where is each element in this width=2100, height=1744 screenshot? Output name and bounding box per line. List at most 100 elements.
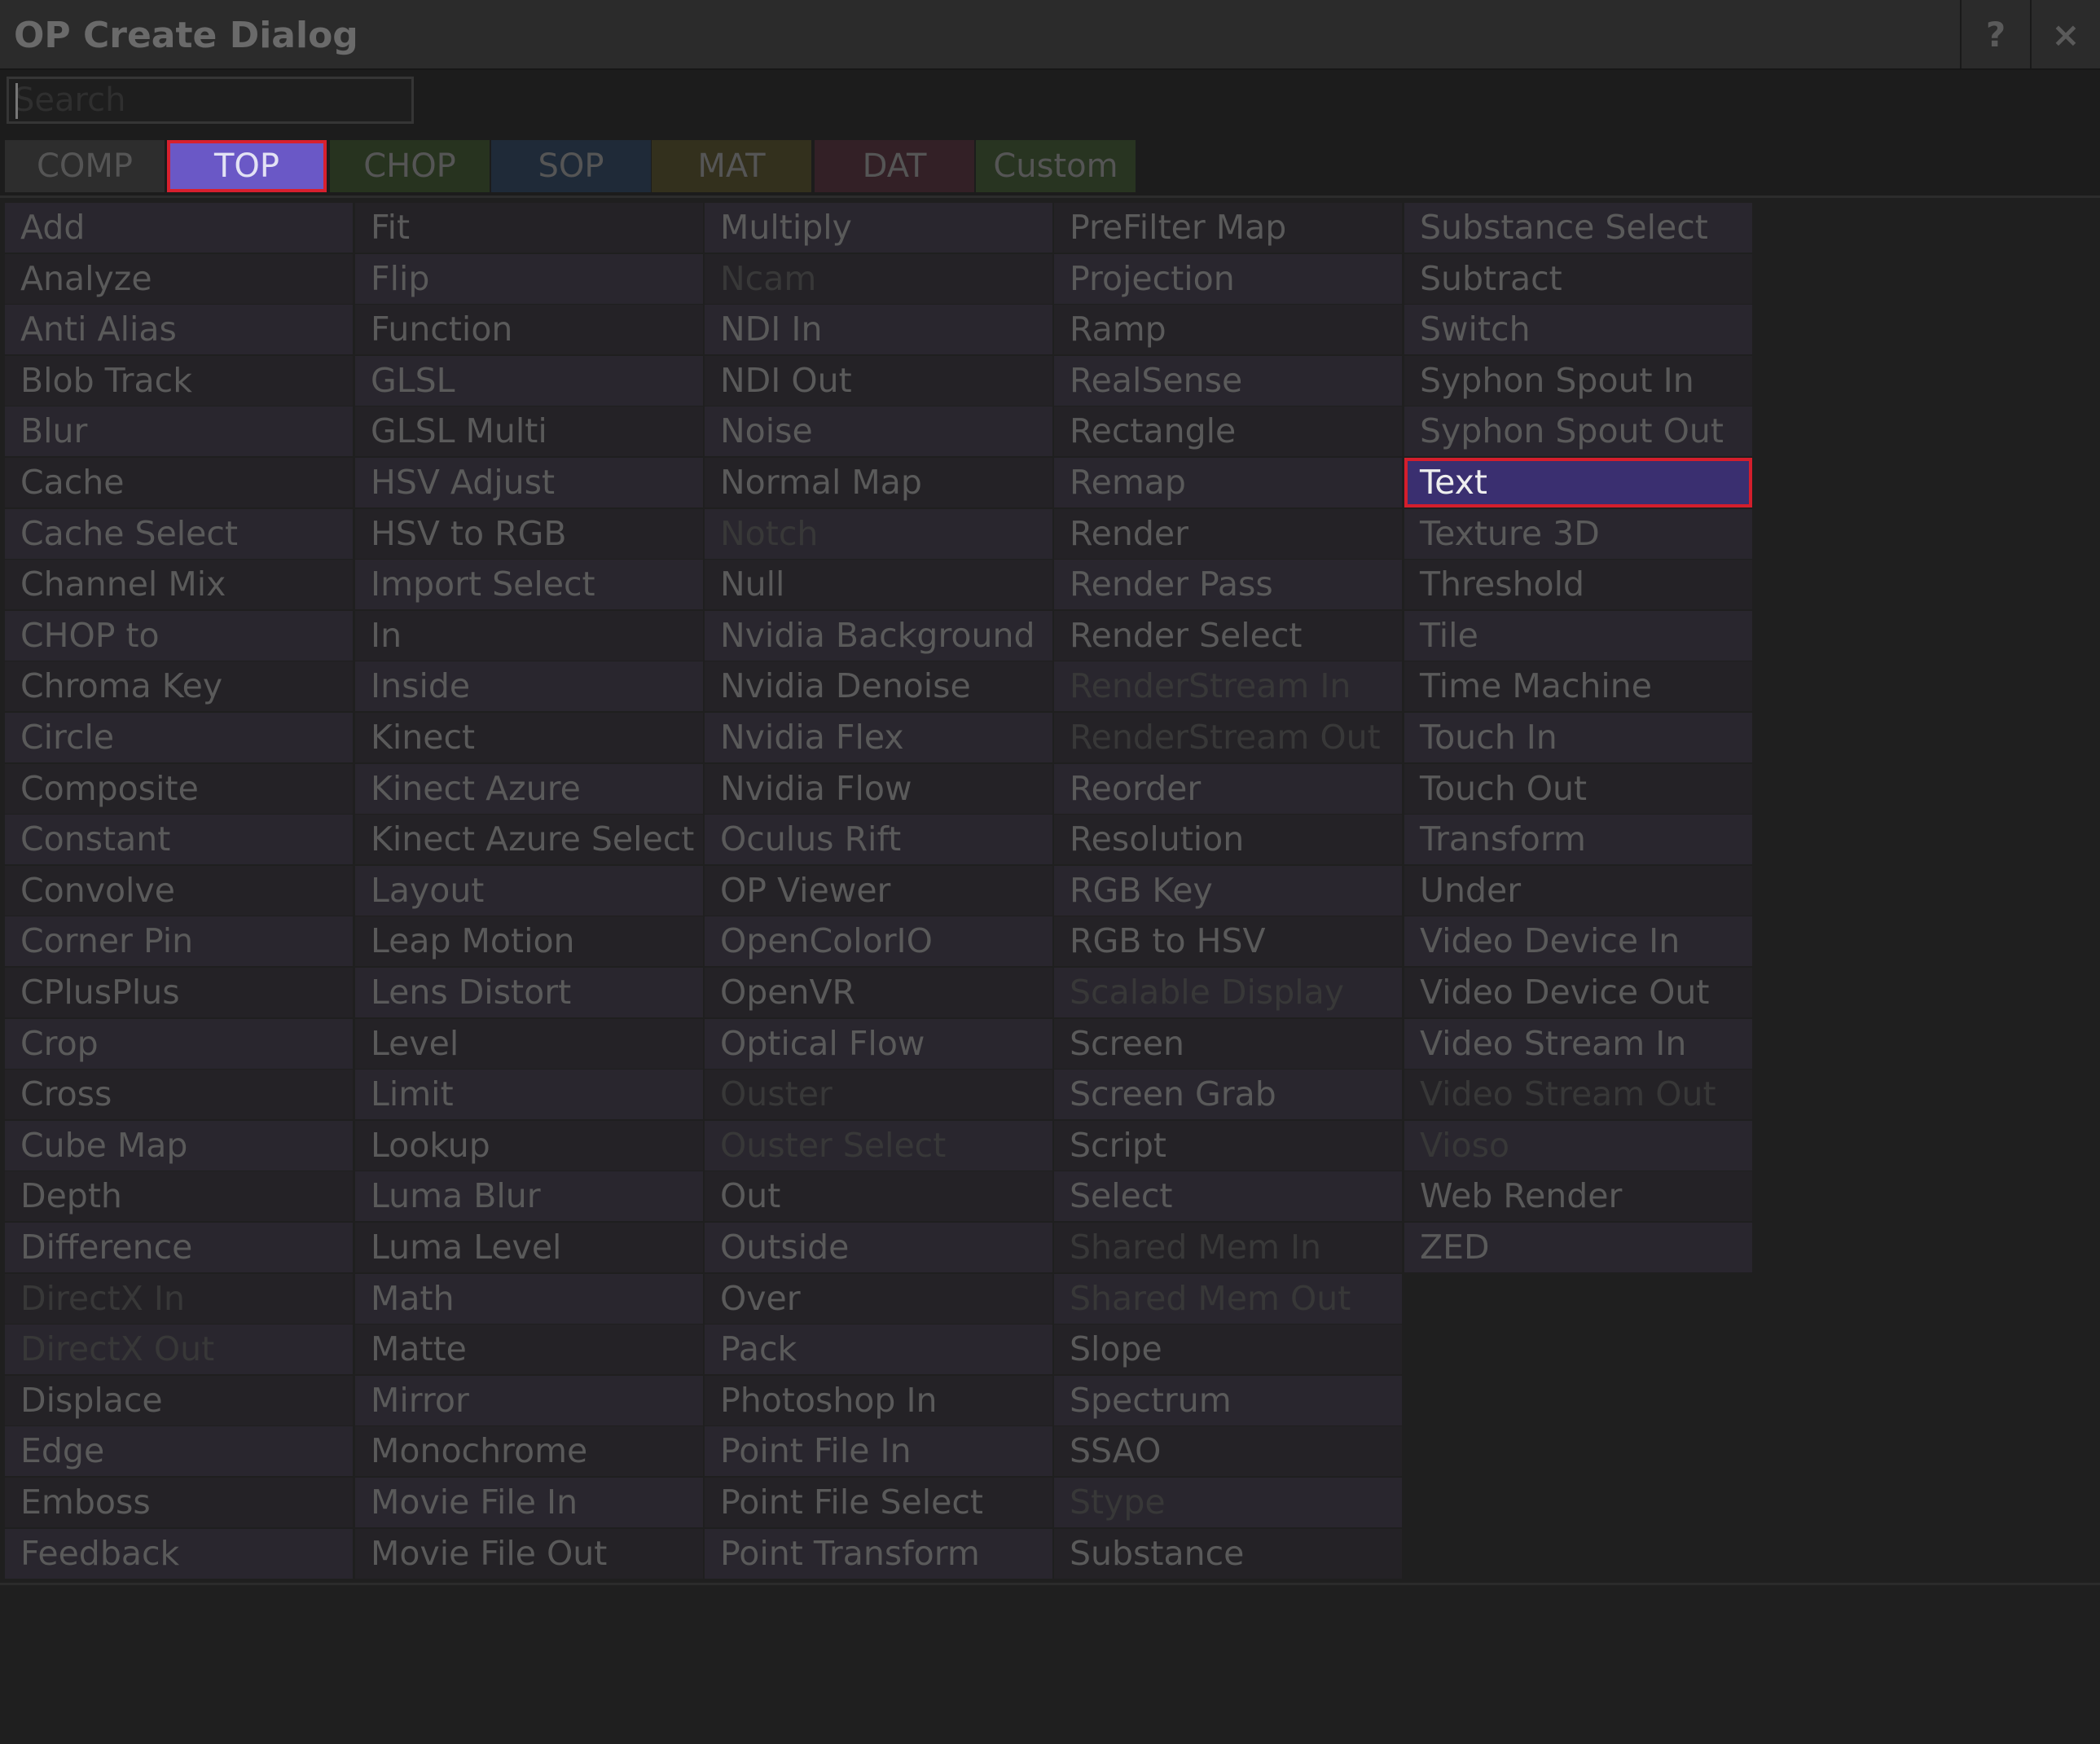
operator-optical-flow[interactable]: Optical Flow <box>705 1019 1052 1069</box>
operator-tile[interactable]: Tile <box>1404 611 1752 661</box>
operator-add[interactable]: Add <box>5 203 353 253</box>
tab-sop[interactable]: SOP <box>491 140 651 192</box>
operator-multiply[interactable]: Multiply <box>705 203 1052 253</box>
operator-render-pass[interactable]: Render Pass <box>1054 560 1402 609</box>
operator-video-device-in[interactable]: Video Device In <box>1404 916 1752 966</box>
operator-point-transform[interactable]: Point Transform <box>705 1529 1052 1579</box>
operator-reorder[interactable]: Reorder <box>1054 764 1402 814</box>
operator-syphon-spout-out[interactable]: Syphon Spout Out <box>1404 406 1752 456</box>
operator-subtract[interactable]: Subtract <box>1404 254 1752 304</box>
operator-transform[interactable]: Transform <box>1404 815 1752 864</box>
operator-zed[interactable]: ZED <box>1404 1223 1752 1272</box>
operator-nvidia-flow[interactable]: Nvidia Flow <box>705 764 1052 814</box>
operator-oculus-rift[interactable]: Oculus Rift <box>705 815 1052 864</box>
operator-analyze[interactable]: Analyze <box>5 254 353 304</box>
operator-leap-motion[interactable]: Leap Motion <box>355 916 703 966</box>
operator-crop[interactable]: Crop <box>5 1019 353 1069</box>
tab-comp[interactable]: COMP <box>5 140 165 192</box>
operator-prefilter-map[interactable]: PreFilter Map <box>1054 203 1402 253</box>
operator-render[interactable]: Render <box>1054 509 1402 559</box>
operator-import-select[interactable]: Import Select <box>355 560 703 609</box>
search-input[interactable] <box>7 77 414 124</box>
tab-chop[interactable]: CHOP <box>330 140 490 192</box>
operator-normal-map[interactable]: Normal Map <box>705 458 1052 507</box>
operator-kinect[interactable]: Kinect <box>355 713 703 762</box>
operator-threshold[interactable]: Threshold <box>1404 560 1752 609</box>
operator-cube-map[interactable]: Cube Map <box>5 1121 353 1171</box>
operator-switch[interactable]: Switch <box>1404 305 1752 354</box>
help-button[interactable]: ? <box>1960 0 2030 68</box>
operator-video-device-out[interactable]: Video Device Out <box>1404 968 1752 1017</box>
operator-corner-pin[interactable]: Corner Pin <box>5 916 353 966</box>
operator-difference[interactable]: Difference <box>5 1223 353 1272</box>
operator-syphon-spout-in[interactable]: Syphon Spout In <box>1404 356 1752 406</box>
operator-hsv-adjust[interactable]: HSV Adjust <box>355 458 703 507</box>
operator-nvidia-background[interactable]: Nvidia Background <box>705 611 1052 661</box>
operator-rectangle[interactable]: Rectangle <box>1054 406 1402 456</box>
operator-point-file-in[interactable]: Point File In <box>705 1426 1052 1476</box>
operator-video-stream-in[interactable]: Video Stream In <box>1404 1019 1752 1069</box>
operator-point-file-select[interactable]: Point File Select <box>705 1478 1052 1527</box>
operator-emboss[interactable]: Emboss <box>5 1478 353 1527</box>
operator-touch-in[interactable]: Touch In <box>1404 713 1752 762</box>
operator-feedback[interactable]: Feedback <box>5 1529 353 1579</box>
operator-lookup[interactable]: Lookup <box>355 1121 703 1171</box>
operator-select[interactable]: Select <box>1054 1171 1402 1221</box>
operator-script[interactable]: Script <box>1054 1121 1402 1171</box>
operator-text[interactable]: Text <box>1404 458 1752 507</box>
operator-ssao[interactable]: SSAO <box>1054 1426 1402 1476</box>
operator-op-viewer[interactable]: OP Viewer <box>705 866 1052 916</box>
tab-top[interactable]: TOP <box>167 140 327 192</box>
operator-function[interactable]: Function <box>355 305 703 354</box>
operator-ndi-in[interactable]: NDI In <box>705 305 1052 354</box>
operator-luma-blur[interactable]: Luma Blur <box>355 1171 703 1221</box>
operator-composite[interactable]: Composite <box>5 764 353 814</box>
operator-chop-to[interactable]: CHOP to <box>5 611 353 661</box>
operator-matte[interactable]: Matte <box>355 1324 703 1374</box>
tab-dat[interactable]: DAT <box>815 140 974 192</box>
operator-resolution[interactable]: Resolution <box>1054 815 1402 864</box>
operator-ndi-out[interactable]: NDI Out <box>705 356 1052 406</box>
operator-constant[interactable]: Constant <box>5 815 353 864</box>
operator-monochrome[interactable]: Monochrome <box>355 1426 703 1476</box>
tab-mat[interactable]: MAT <box>652 140 811 192</box>
operator-inside[interactable]: Inside <box>355 661 703 711</box>
operator-screen[interactable]: Screen <box>1054 1019 1402 1069</box>
operator-photoshop-in[interactable]: Photoshop In <box>705 1376 1052 1426</box>
operator-substance-select[interactable]: Substance Select <box>1404 203 1752 253</box>
operator-remap[interactable]: Remap <box>1054 458 1402 507</box>
operator-over[interactable]: Over <box>705 1274 1052 1324</box>
operator-nvidia-denoise[interactable]: Nvidia Denoise <box>705 661 1052 711</box>
operator-flip[interactable]: Flip <box>355 254 703 304</box>
operator-math[interactable]: Math <box>355 1274 703 1324</box>
operator-slope[interactable]: Slope <box>1054 1324 1402 1374</box>
tab-custom[interactable]: Custom <box>976 140 1136 192</box>
operator-cross[interactable]: Cross <box>5 1070 353 1119</box>
operator-convolve[interactable]: Convolve <box>5 866 353 916</box>
operator-under[interactable]: Under <box>1404 866 1752 916</box>
operator-kinect-azure[interactable]: Kinect Azure <box>355 764 703 814</box>
operator-blob-track[interactable]: Blob Track <box>5 356 353 406</box>
operator-rgb-key[interactable]: RGB Key <box>1054 866 1402 916</box>
operator-movie-file-in[interactable]: Movie File In <box>355 1478 703 1527</box>
operator-cache[interactable]: Cache <box>5 458 353 507</box>
operator-nvidia-flex[interactable]: Nvidia Flex <box>705 713 1052 762</box>
operator-displace[interactable]: Displace <box>5 1376 353 1426</box>
operator-glsl[interactable]: GLSL <box>355 356 703 406</box>
operator-hsv-to-rgb[interactable]: HSV to RGB <box>355 509 703 559</box>
operator-rgb-to-hsv[interactable]: RGB to HSV <box>1054 916 1402 966</box>
operator-luma-level[interactable]: Luma Level <box>355 1223 703 1272</box>
operator-cplusplus[interactable]: CPlusPlus <box>5 968 353 1017</box>
operator-mirror[interactable]: Mirror <box>355 1376 703 1426</box>
operator-spectrum[interactable]: Spectrum <box>1054 1376 1402 1426</box>
operator-edge[interactable]: Edge <box>5 1426 353 1476</box>
close-button[interactable]: × <box>2030 0 2100 68</box>
operator-glsl-multi[interactable]: GLSL Multi <box>355 406 703 456</box>
operator-noise[interactable]: Noise <box>705 406 1052 456</box>
operator-lens-distort[interactable]: Lens Distort <box>355 968 703 1017</box>
operator-fit[interactable]: Fit <box>355 203 703 253</box>
operator-touch-out[interactable]: Touch Out <box>1404 764 1752 814</box>
operator-texture-3d[interactable]: Texture 3D <box>1404 509 1752 559</box>
operator-movie-file-out[interactable]: Movie File Out <box>355 1529 703 1579</box>
operator-projection[interactable]: Projection <box>1054 254 1402 304</box>
